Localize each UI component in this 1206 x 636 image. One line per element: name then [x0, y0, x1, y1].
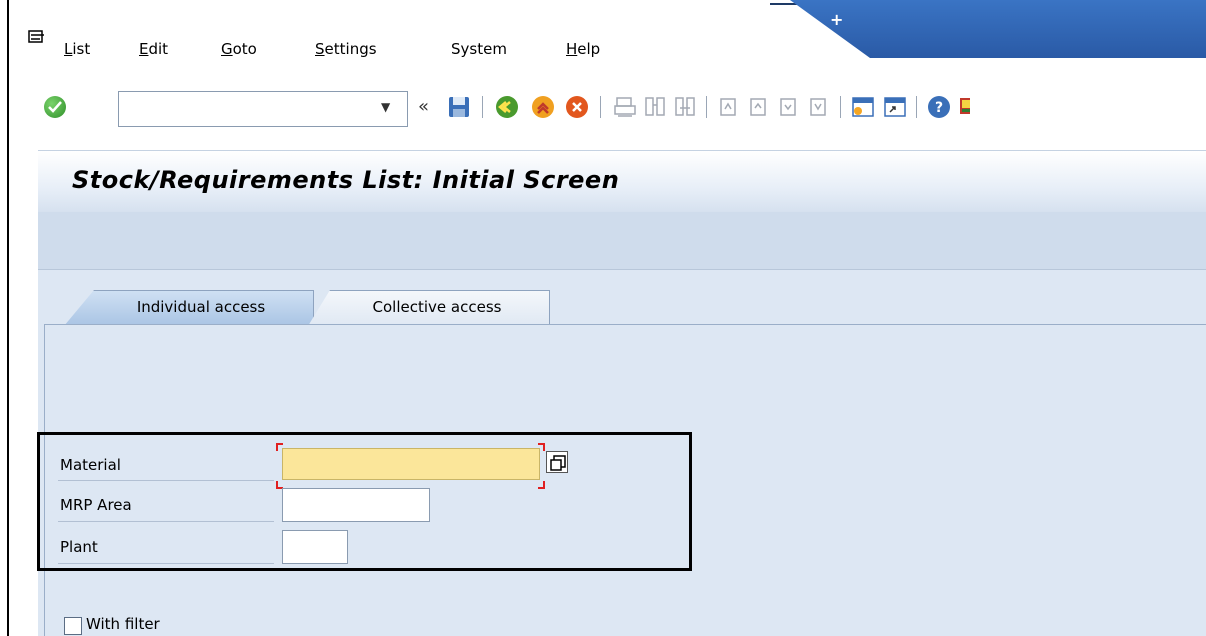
help-icon[interactable]: ?	[926, 94, 952, 120]
command-field[interactable]: ▼	[118, 91, 408, 127]
save-icon[interactable]	[446, 94, 472, 120]
mrp-area-label: MRP Area	[60, 496, 132, 514]
label-divider	[58, 480, 274, 481]
tab-collective-access[interactable]: Collective access	[308, 290, 550, 326]
customize-layout-icon[interactable]	[958, 94, 970, 120]
menu-list[interactable]: List	[64, 40, 90, 58]
print-icon	[612, 94, 638, 120]
toolbar-separator	[600, 96, 601, 118]
plant-label: Plant	[60, 538, 98, 556]
label-divider	[58, 521, 274, 522]
find-icon	[642, 94, 668, 120]
previous-page-icon	[746, 94, 772, 120]
mrp-area-input[interactable]	[282, 488, 430, 522]
next-page-icon	[776, 94, 802, 120]
menu-system[interactable]: System	[451, 40, 507, 58]
chevron-down-icon[interactable]: ▼	[381, 100, 390, 114]
required-marker	[276, 443, 283, 451]
material-input[interactable]	[282, 448, 540, 480]
find-next-icon	[672, 94, 698, 120]
collapse-chevron-icon[interactable]: «	[418, 96, 429, 117]
menu-settings[interactable]: Settings	[315, 40, 377, 58]
label-divider	[58, 563, 274, 564]
menu-goto[interactable]: Goto	[221, 40, 257, 58]
exit-icon[interactable]	[530, 94, 556, 120]
required-marker	[538, 443, 545, 451]
toolbar-separator	[482, 96, 483, 118]
required-marker	[538, 481, 545, 489]
svg-text:?: ?	[935, 100, 943, 116]
plant-input[interactable]	[282, 530, 348, 564]
shortcut-icon[interactable]	[882, 94, 908, 120]
toolbar-separator	[916, 96, 917, 118]
toolbar-separator	[706, 96, 707, 118]
application-toolbar	[38, 212, 1206, 270]
menu-edit[interactable]: Edit	[139, 40, 168, 58]
with-filter-checkbox[interactable]	[64, 617, 82, 635]
page-title: Stock/Requirements List: Initial Screen	[72, 166, 620, 194]
back-icon[interactable]	[494, 94, 520, 120]
cancel-icon[interactable]	[564, 94, 590, 120]
toolbar-separator	[840, 96, 841, 118]
first-page-icon	[716, 94, 742, 120]
system-menu-icon[interactable]	[28, 30, 46, 44]
create-session-icon[interactable]	[850, 94, 876, 120]
with-filter-label: With filter	[86, 615, 160, 633]
last-page-icon	[806, 94, 832, 120]
material-label: Material	[60, 456, 121, 474]
ok-icon[interactable]	[44, 96, 66, 118]
title-bar-mark: +	[830, 10, 844, 29]
tab-individual-access[interactable]: Individual access	[64, 290, 314, 326]
value-help-icon[interactable]	[546, 451, 568, 473]
menu-help[interactable]: Help	[566, 40, 600, 58]
